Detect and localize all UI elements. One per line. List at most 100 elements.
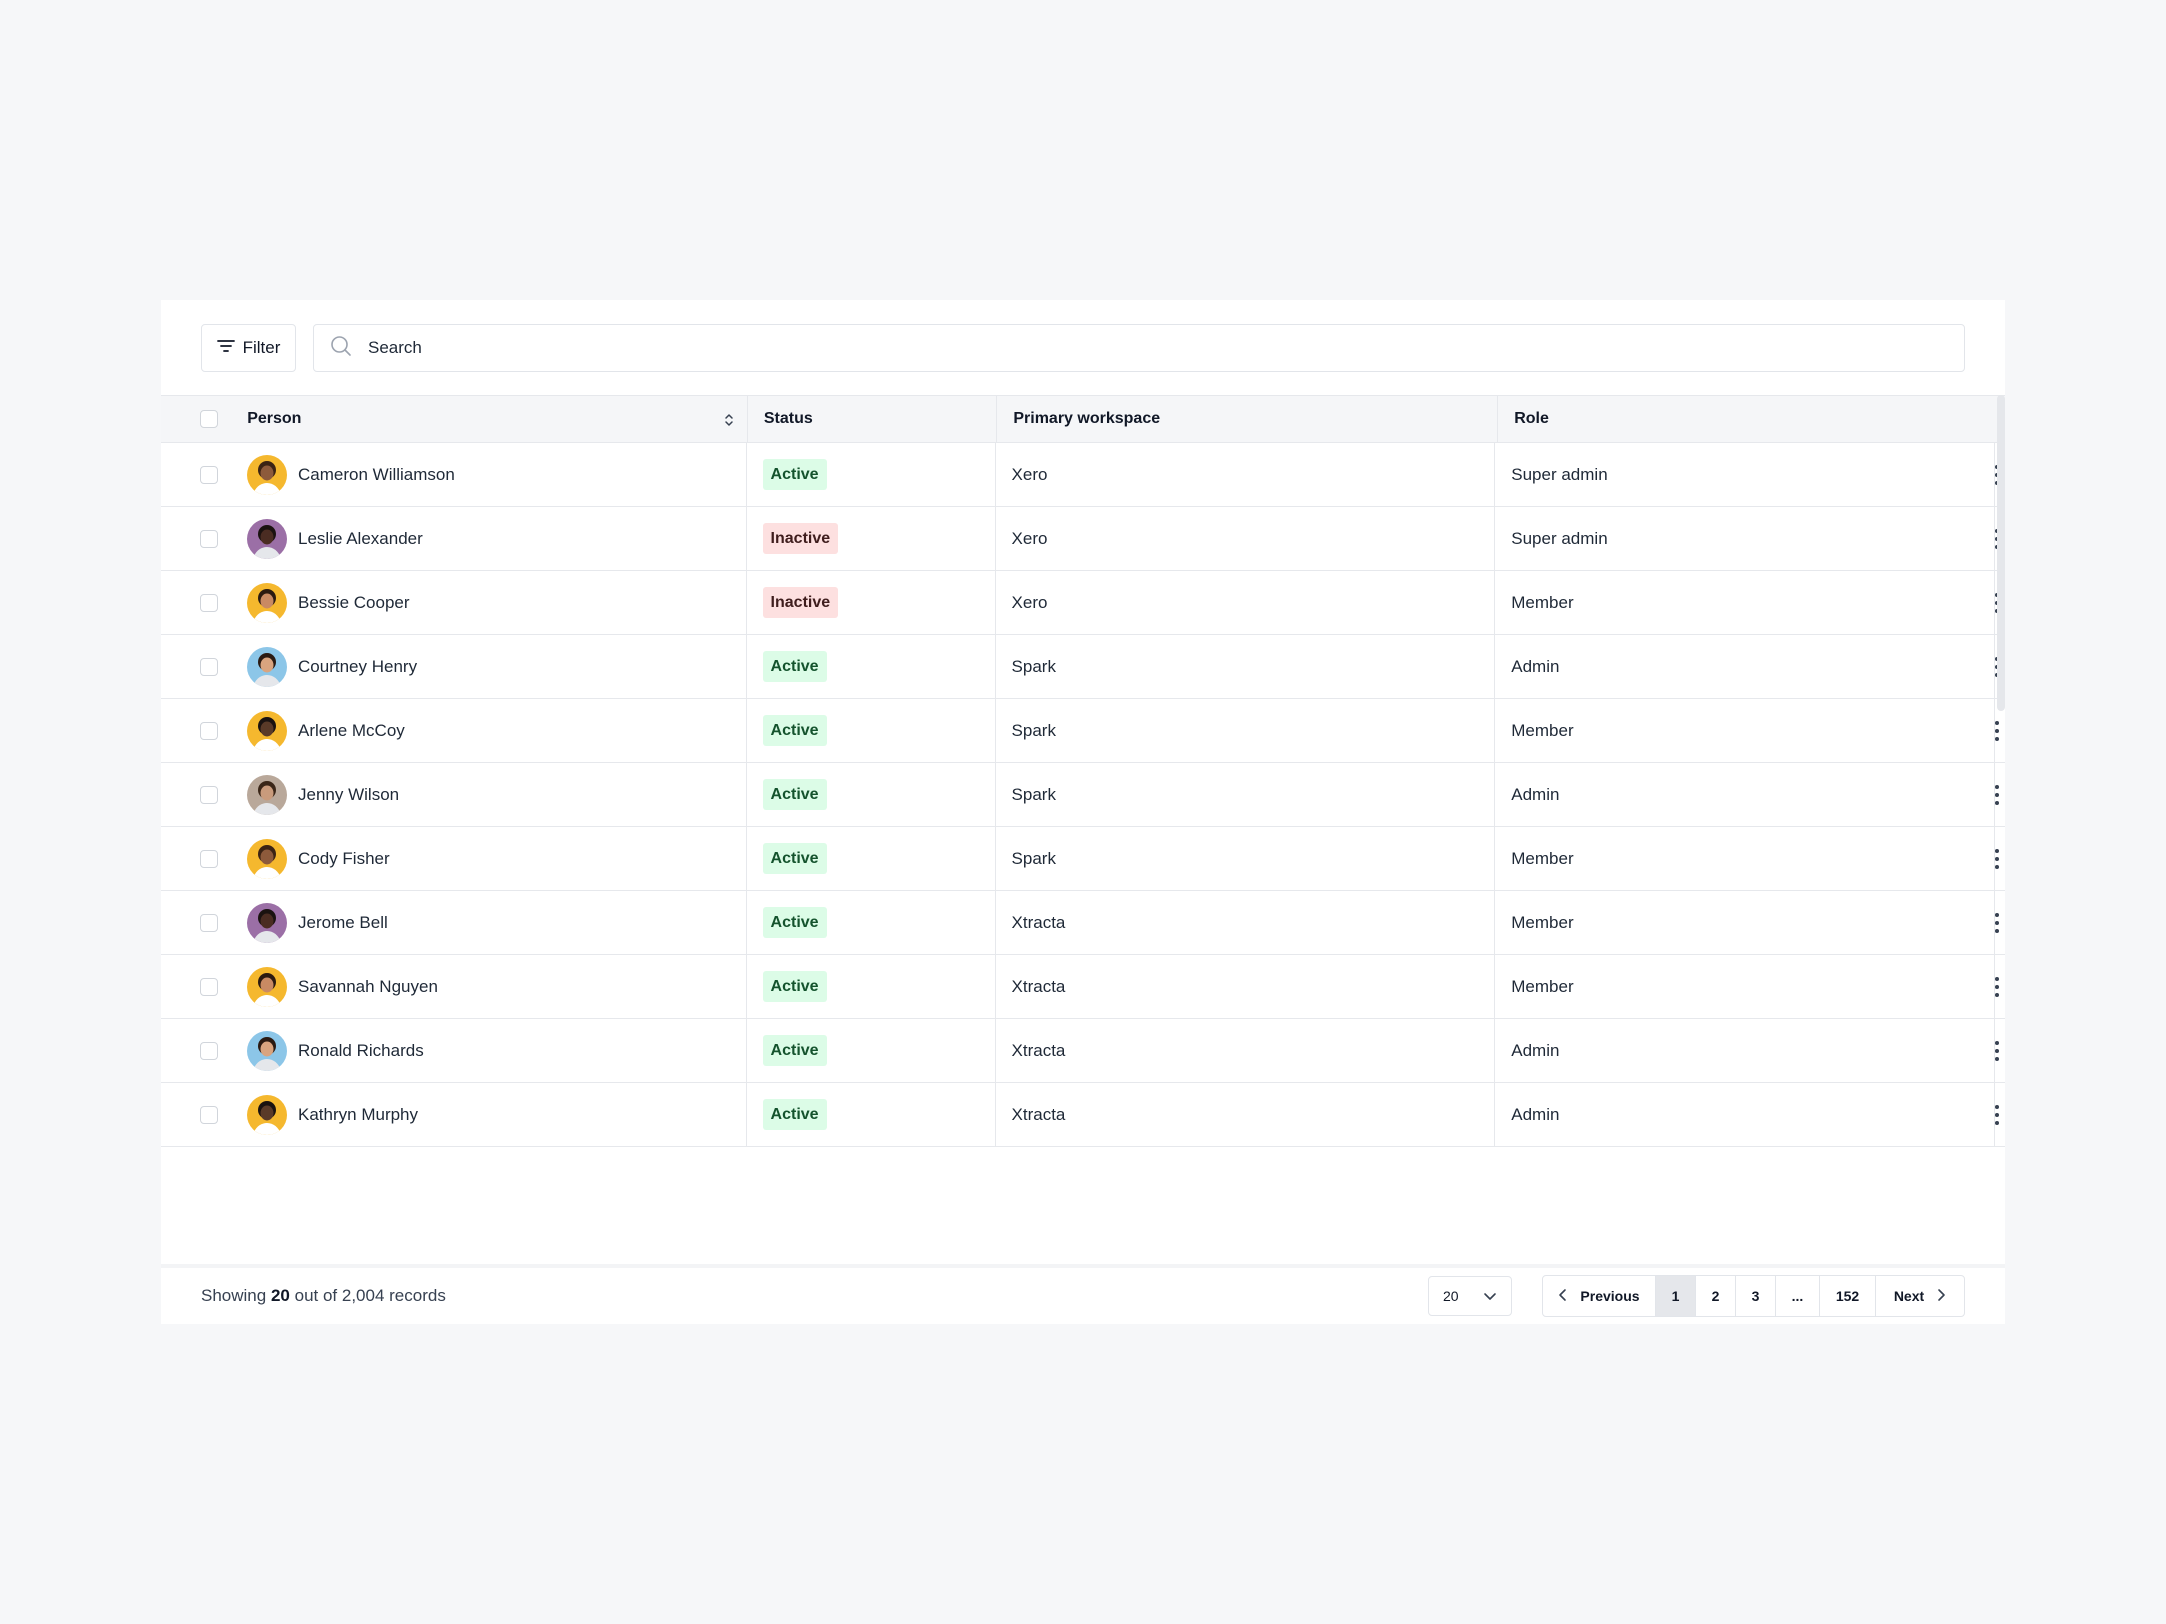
row-checkbox[interactable] [200,529,218,548]
table-row[interactable]: Arlene McCoy Active Spark Member [161,699,2005,763]
filter-label: Filter [242,338,281,357]
person-name: Cameron Williamson [298,464,455,484]
role-cell: Admin [1495,635,1995,698]
row-checkbox[interactable] [200,913,218,932]
more-vertical-icon[interactable] [1995,976,1999,997]
next-page-button[interactable]: Next [1876,1276,1964,1316]
more-vertical-icon[interactable] [1995,912,1999,933]
table-row[interactable]: Bessie Cooper Inactive Xero Member [161,571,2005,635]
row-checkbox-cell [161,699,247,762]
workspace-name: Spark [1011,848,1056,868]
table-row[interactable]: Leslie Alexander Inactive Xero Super adm… [161,507,2005,571]
avatar-face [260,1105,274,1120]
page-button-2[interactable]: 2 [1696,1276,1736,1316]
workspace-name: Spark [1011,784,1056,804]
avatar [247,454,288,495]
person-name: Savannah Nguyen [298,976,438,996]
status-cell: Inactive [747,571,996,634]
search-icon [330,335,352,362]
column-header-role[interactable]: Role [1498,396,2000,442]
filter-icon [216,338,235,358]
person-avatar-icon [247,1030,288,1071]
previous-page-button[interactable]: Previous [1543,1276,1656,1316]
column-header-status[interactable]: Status [748,396,998,442]
person-cell: Jerome Bell [247,891,747,954]
role-cell: Super admin [1495,443,1995,506]
column-header-person-label: Person [247,410,302,427]
workspace-cell: Xero [996,443,1496,506]
table-row[interactable]: Savannah Nguyen Active Xtracta Member [161,955,2005,1019]
page-button-1[interactable]: 1 [1656,1276,1696,1316]
row-actions-cell [1995,891,2005,954]
row-checkbox[interactable] [200,465,218,484]
avatar-face [260,785,274,800]
sort-icon[interactable] [723,411,735,434]
workspace-cell: Xero [996,507,1496,570]
more-vertical-icon[interactable] [1995,720,1999,741]
pagination: Previous 1 2 3 ... 152 Next [1542,1275,1965,1317]
table-row[interactable]: Kathryn Murphy Active Xtracta Admin [161,1083,2005,1147]
more-vertical-icon[interactable] [1995,784,1999,805]
table-body: Cameron Williamson Active Xero Super adm… [161,443,2005,1147]
more-vertical-icon[interactable] [1995,848,1999,869]
row-checkbox[interactable] [200,657,218,676]
people-table: Person Status Primary workspace Role Cam… [161,395,2005,1147]
row-checkbox[interactable] [200,721,218,740]
table-row[interactable]: Courtney Henry Active Spark Admin [161,635,2005,699]
more-vertical-icon[interactable] [1995,1040,1999,1061]
person-avatar-icon [247,518,288,559]
table-row[interactable]: Jenny Wilson Active Spark Admin [161,763,2005,827]
person-name: Jerome Bell [298,912,388,932]
table-row[interactable]: Jerome Bell Active Xtracta Member [161,891,2005,955]
avatar [247,902,288,943]
page-size-value: 20 [1443,1288,1459,1304]
workspace-name: Xero [1011,464,1048,484]
avatar-face [260,1041,274,1056]
row-checkbox[interactable] [200,977,218,996]
records-summary: Showing 20 out of 2,004 records [201,1286,446,1306]
column-header-role-label: Role [1514,410,1549,427]
column-header-person[interactable]: Person [247,396,748,442]
workspace-name: Spark [1011,720,1056,740]
person-cell: Kathryn Murphy [247,1083,747,1146]
column-header-workspace[interactable]: Primary workspace [997,396,1499,442]
row-checkbox[interactable] [200,593,218,612]
status-badge: Active [762,1099,827,1130]
status-badge: Inactive [762,523,839,554]
previous-label: Previous [1580,1288,1640,1304]
avatar [247,1094,288,1135]
workspace-cell: Xero [996,571,1496,634]
status-badge: Active [762,907,827,938]
avatar-face [260,465,274,480]
table-scrollbar[interactable] [1997,395,2005,711]
person-cell: Bessie Cooper [247,571,747,634]
person-cell: Ronald Richards [247,1019,747,1082]
row-checkbox[interactable] [200,849,218,868]
page-size-select[interactable]: 20 [1428,1276,1512,1316]
table-row[interactable]: Ronald Richards Active Xtracta Admin [161,1019,2005,1083]
person-name: Jenny Wilson [298,784,400,804]
row-checkbox[interactable] [200,785,218,804]
table-row[interactable]: Cody Fisher Active Spark Member [161,827,2005,891]
people-table-panel: Filter Search Person Status Primary work… [161,300,2005,1324]
person-cell: Cameron Williamson [247,443,747,506]
chevron-down-icon [1483,1288,1497,1304]
role-name: Member [1511,976,1574,996]
row-checkbox-cell [161,635,247,698]
status-cell: Active [747,443,996,506]
status-badge: Active [762,971,827,1002]
page-button-3[interactable]: 3 [1736,1276,1776,1316]
search-input[interactable]: Search [313,324,1965,372]
role-cell: Admin [1495,1019,1995,1082]
select-all-checkbox[interactable] [200,410,219,428]
avatar [247,518,288,559]
table-row[interactable]: Cameron Williamson Active Xero Super adm… [161,443,2005,507]
page-ellipsis: ... [1776,1276,1820,1316]
page-button-last[interactable]: 152 [1820,1276,1876,1316]
row-checkbox-cell [161,763,247,826]
filter-button[interactable]: Filter [201,324,296,372]
avatar [247,774,288,815]
row-checkbox[interactable] [200,1105,218,1124]
row-checkbox[interactable] [200,1041,218,1060]
more-vertical-icon[interactable] [1995,1104,1999,1125]
